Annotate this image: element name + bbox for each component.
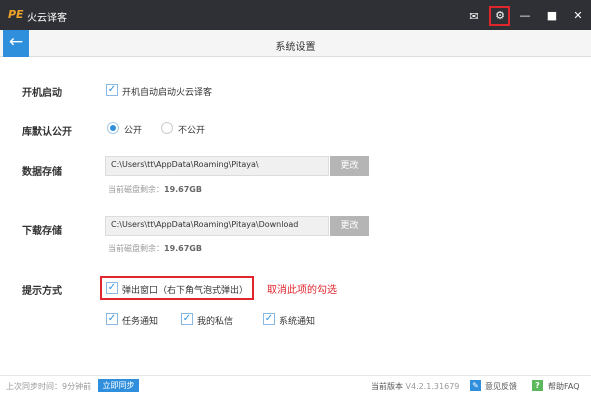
download-storage-path-field[interactable]: C:\Users\tt\AppData\Roaming\Pitaya\Downl… [105,216,329,236]
data-storage-space-info: 当前磁盘剩余：19.67GB [108,185,202,194]
task-notify-checkbox[interactable]: ✓ [106,313,118,325]
data-storage-label: 数据存储 [22,167,62,178]
app-title: 火云译客 [27,13,67,24]
help-icon[interactable]: ? [532,380,543,391]
gear-icon[interactable]: ⚙ [492,8,508,24]
title-bar: PE 火云译客 ✉ ⚙ — ■ ✕ [0,0,591,30]
download-storage-space-info: 当前磁盘剩余：19.67GB [108,244,202,253]
page-title: 系统设置 [275,42,316,53]
back-button[interactable]: ← [3,30,29,57]
startup-option-label[interactable]: 开机自动启动火云译客 [122,85,212,98]
radio-public[interactable] [107,122,119,134]
mail-icon[interactable]: ✉ [466,9,482,25]
startup-checkbox[interactable]: ✓ [106,84,118,96]
radio-private-label[interactable]: 不公开 [178,123,205,136]
minimize-icon[interactable]: — [517,8,533,24]
task-notify-label[interactable]: 任务通知 [122,314,158,327]
radio-public-label[interactable]: 公开 [124,123,142,136]
sync-now-button[interactable]: 立即同步 [98,379,139,392]
download-storage-label: 下载存储 [22,226,62,237]
back-arrow-icon: ← [8,32,24,52]
radio-private[interactable] [161,122,173,134]
annotation-note: 取消此项的勾选 [267,285,337,296]
startup-label: 开机启动 [22,88,62,99]
help-faq-link[interactable]: 帮助FAQ [548,381,580,392]
footer-bar: 上次同步时间：9分钟前 立即同步 当前版本 V4.2.1.31679 ✎ 意见反… [0,375,591,395]
feedback-icon[interactable]: ✎ [470,380,481,391]
version-info: 当前版本 V4.2.1.31679 [371,382,460,391]
data-storage-path-field[interactable]: C:\Users\tt\AppData\Roaming\Pitaya\ [105,156,329,176]
system-notify-checkbox[interactable]: ✓ [263,313,275,325]
private-message-label[interactable]: 我的私信 [197,314,233,327]
system-notify-label[interactable]: 系统通知 [279,314,315,327]
maximize-icon[interactable]: ■ [544,8,560,24]
private-message-checkbox[interactable]: ✓ [181,313,193,325]
data-storage-change-button[interactable]: 更改 [330,156,369,176]
app-logo: PE [8,8,24,21]
popup-checkbox[interactable]: ✓ [106,282,118,294]
close-icon[interactable]: ✕ [570,8,586,24]
feedback-link[interactable]: 意见反馈 [485,381,517,392]
download-storage-change-button[interactable]: 更改 [330,216,369,236]
popup-option-label[interactable]: 弹出窗口（右下角气泡式弹出） [122,283,248,296]
last-sync-text: 上次同步时间：9分钟前 [6,382,92,391]
notify-label: 提示方式 [22,286,62,297]
page-header: 系统设置 ← [0,30,591,57]
public-default-label: 库默认公开 [22,127,72,138]
